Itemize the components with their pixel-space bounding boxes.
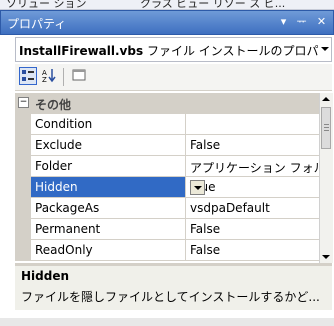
description-text: ファイルを隠しファイルとしてインストールするかど...	[21, 290, 320, 304]
document-tab-strip: ソリュー ション クラス ビュー リソー ス ビ...	[0, 0, 334, 10]
bottom-edge	[0, 318, 334, 326]
property-name: PackageAs	[35, 201, 100, 215]
property-toolbar: AZ	[15, 64, 332, 91]
scroll-down-icon[interactable]	[322, 255, 330, 259]
property-value[interactable]: False	[190, 138, 220, 152]
property-name: ReadOnly	[35, 243, 93, 257]
chevron-down-icon[interactable]	[321, 47, 329, 51]
description-pane: Hidden ファイルを隠しファイルとしてインストールするかど...	[15, 266, 332, 310]
property-pages-icon[interactable]	[70, 67, 88, 85]
object-name: InstallFirewall.vbs	[19, 44, 144, 58]
scrollbar-thumb[interactable]	[321, 107, 331, 149]
pin-icon[interactable]: ᅲ	[293, 13, 310, 30]
description-title: Hidden	[21, 269, 70, 283]
row-margin	[15, 177, 31, 198]
property-name: Permanent	[35, 222, 101, 236]
row-margin	[15, 219, 31, 240]
property-name: Condition	[35, 117, 93, 131]
alphabetical-icon[interactable]: AZ	[40, 67, 58, 85]
property-row-hidden[interactable]: Hidden True	[15, 177, 319, 198]
property-value[interactable]: vsdpaDefault	[190, 201, 270, 215]
properties-title-bar: プロパティ ▾ ᅲ ✕	[0, 10, 334, 35]
row-margin	[15, 156, 31, 177]
property-grid: − その他 Condition Exclude False Folder アプリ…	[15, 93, 319, 263]
row-margin	[15, 114, 31, 135]
property-value[interactable]: アプリケーション フォルダ	[190, 159, 319, 176]
property-name: Exclude	[35, 138, 83, 152]
toolbar-separator	[63, 68, 64, 86]
property-row-condition[interactable]: Condition	[15, 114, 319, 135]
property-row-permanent[interactable]: Permanent False	[15, 219, 319, 240]
property-name: Folder	[35, 159, 73, 173]
vertical-scrollbar[interactable]	[319, 93, 333, 263]
row-margin	[15, 135, 31, 156]
property-row-packageas[interactable]: PackageAs vsdpaDefault	[15, 198, 319, 219]
row-margin	[15, 240, 31, 261]
collapse-icon[interactable]: −	[18, 97, 29, 108]
property-value[interactable]: False	[190, 243, 220, 257]
property-row-readonly[interactable]: ReadOnly False	[15, 240, 319, 261]
close-icon[interactable]: ✕	[313, 13, 330, 30]
categorized-icon[interactable]	[19, 67, 37, 85]
object-selector-dropdown[interactable]: InstallFirewall.vbs ファイル インストールのプロパ	[15, 37, 332, 62]
property-name: Hidden	[35, 180, 78, 194]
property-value[interactable]: False	[190, 222, 220, 236]
scroll-up-icon[interactable]	[322, 97, 330, 101]
category-row[interactable]: − その他	[15, 93, 319, 114]
category-label: その他	[35, 98, 72, 112]
tab-solution[interactable]: ソリュー ション	[6, 0, 87, 9]
property-row-exclude[interactable]: Exclude False	[15, 135, 319, 156]
svg-text:Z: Z	[42, 76, 47, 83]
property-row-folder[interactable]: Folder アプリケーション フォルダ	[15, 156, 319, 177]
object-type: ファイル インストールのプロパ	[146, 44, 319, 58]
value-dropdown-button[interactable]	[190, 180, 205, 195]
tab-class-view[interactable]: クラス ビュー リソー ス ビ...	[140, 0, 285, 9]
row-margin	[15, 198, 31, 219]
window-menu-icon[interactable]: ▾	[275, 13, 292, 30]
panel-title: プロパティ	[7, 17, 67, 31]
